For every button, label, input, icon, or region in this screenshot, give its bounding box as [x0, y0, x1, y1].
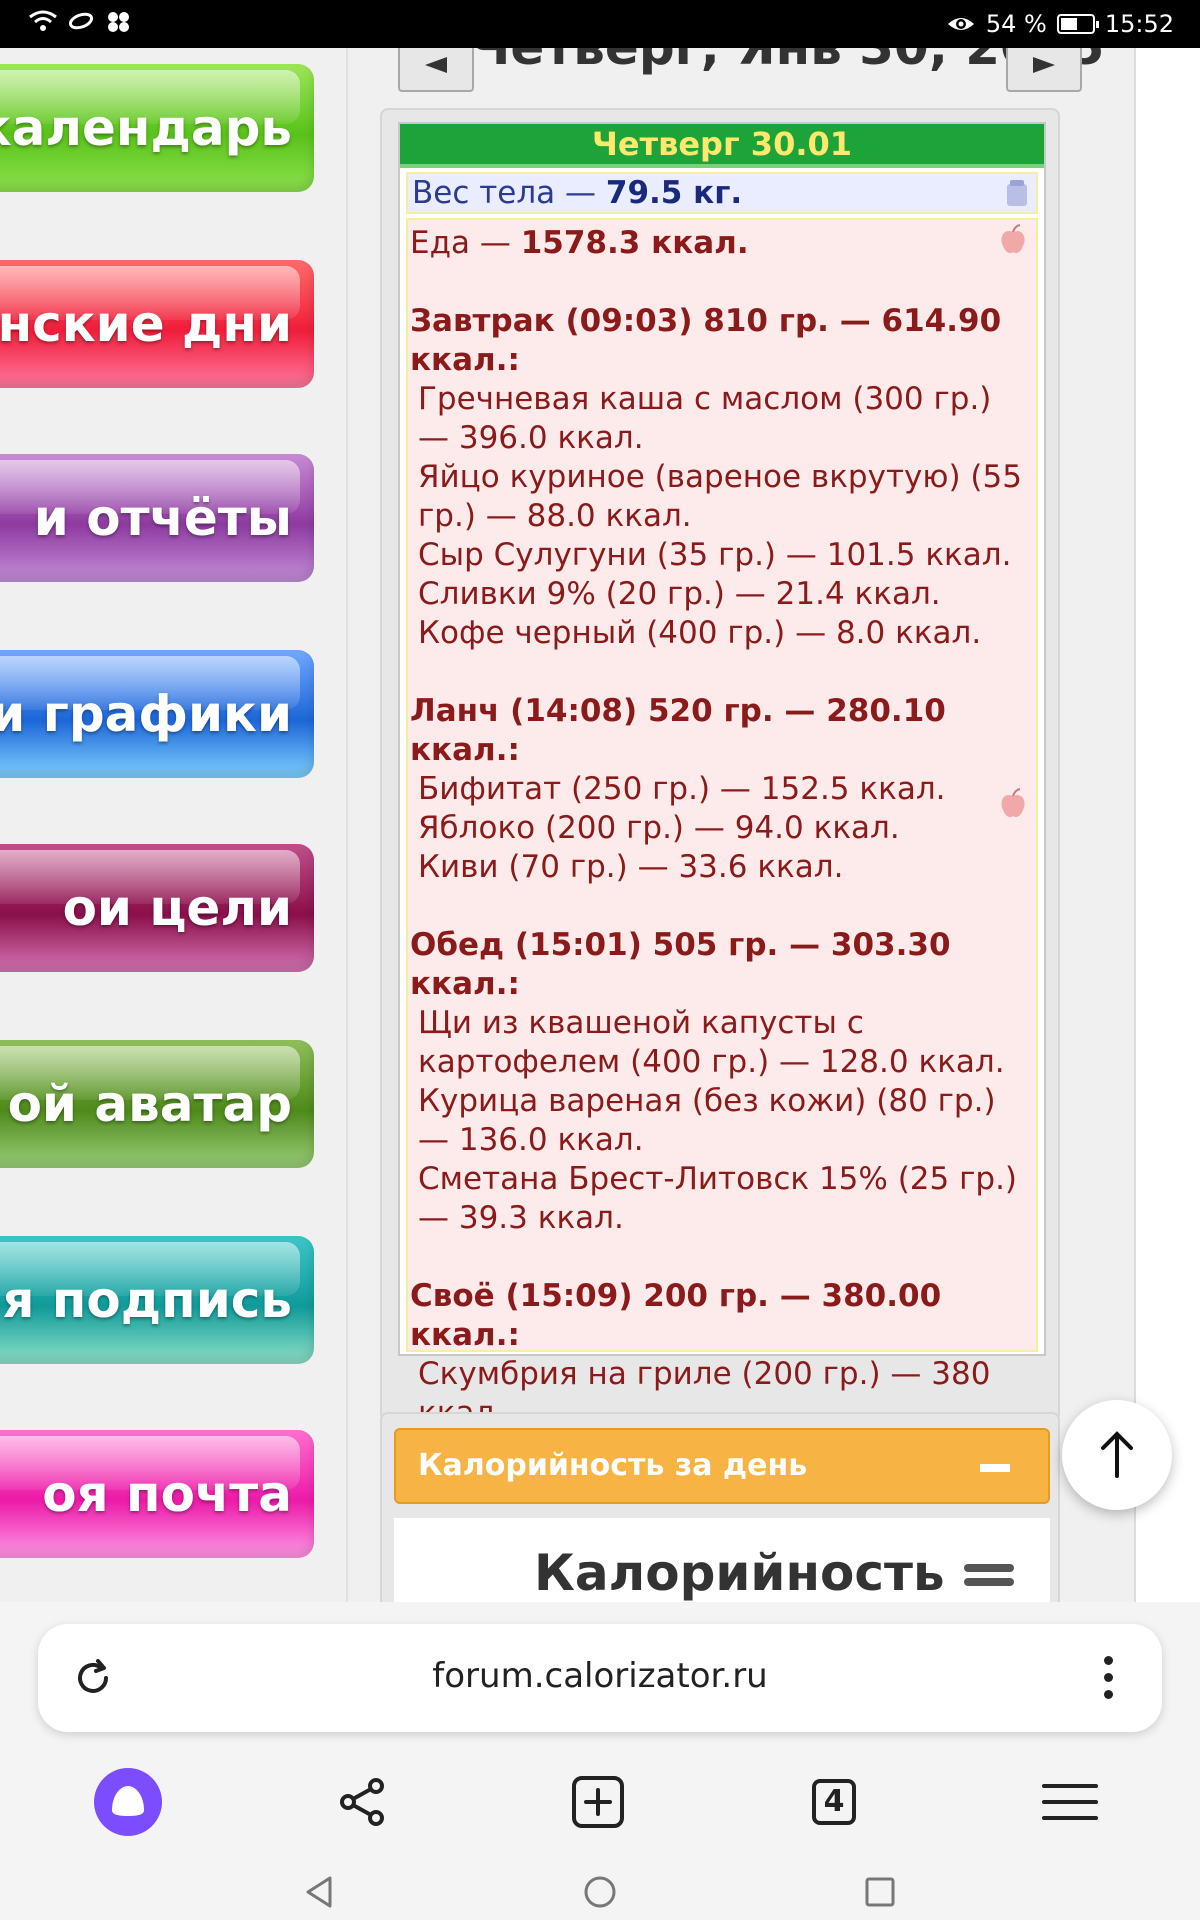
food-item: Яйцо куриное (вареное вкрутую) (55 гр.) … [418, 459, 1022, 534]
app-notification-icon [108, 12, 129, 32]
battery-icon [1056, 14, 1099, 34]
alice-icon [94, 1768, 162, 1836]
arrow-right-icon [1033, 57, 1055, 73]
wifi-icon [29, 10, 57, 31]
main-menu-button[interactable] [1030, 1762, 1110, 1842]
food-item: Курица вареная (без кожи) (80 гр.) — 136… [418, 1083, 996, 1158]
food-item: Кофе черный (400 гр.) — 8.0 ккал. [418, 615, 982, 651]
column-divider [346, 48, 348, 1602]
weight-label: Вес тела — [412, 175, 606, 211]
page-right-margin [1134, 48, 1200, 1602]
weight-value: 79.5 кг. [605, 175, 743, 211]
sidebar-item-charts[interactable]: и графики [0, 650, 314, 778]
calorie-card-header[interactable]: Калорийность за день [394, 1428, 1050, 1504]
meal-title: Своё (15:09) 200 гр. — 380.00 ккал.: [410, 1278, 942, 1353]
meal-title: Ланч (14:08) 520 гр. — 280.10 ккал.: [410, 693, 946, 768]
food-item: Бифитат (250 гр.) — 152.5 ккал. [418, 771, 946, 807]
food-item: Сметана Брест-Литовск 15% (25 гр.) — 39.… [418, 1161, 1018, 1236]
tabs-button[interactable]: 4 [794, 1762, 874, 1842]
food-item: Гречневая каша с маслом (300 гр.) — 396.… [418, 381, 992, 456]
day-header[interactable]: Четверг 30.01 [400, 124, 1044, 168]
system-navigation-bar [0, 1870, 1200, 1920]
eye-icon [947, 18, 974, 30]
alice-assistant-button[interactable] [88, 1762, 168, 1842]
food-item: Сливки 9% (20 гр.) — 21.4 ккал. [418, 576, 941, 612]
home-icon[interactable] [580, 1872, 620, 1912]
food-item: Яблоко (200 гр.) — 94.0 ккал. [418, 810, 900, 846]
tab-count-icon: 4 [812, 1779, 856, 1825]
url-text[interactable]: forum.calorizator.ru [38, 1656, 1162, 1696]
browser-chrome: forum.calorizator.ru 4 [0, 1602, 1200, 1920]
day-entry: Четверг 30.01 Вес тела — 79.5 кг. Еда — … [398, 122, 1046, 1431]
next-day-button[interactable] [1006, 48, 1082, 92]
sidebar-item-reports[interactable]: и отчёты [0, 454, 314, 582]
arrow-left-icon [425, 57, 447, 73]
share-button[interactable] [322, 1762, 402, 1842]
web-page[interactable]: календарь нские дни и отчёты и графики о… [0, 48, 1200, 1602]
scroll-to-top-button[interactable] [1062, 1400, 1172, 1510]
status-icons-left [28, 8, 134, 34]
new-tab-button[interactable] [558, 1762, 638, 1842]
calorie-chart-area: Калорийность [394, 1518, 1050, 1602]
plus-square-icon [572, 1776, 624, 1828]
arrow-up-icon [1101, 1431, 1133, 1478]
food-item: Щи из квашеной капусты с картофелем (400… [418, 1005, 1005, 1080]
prev-day-button[interactable] [398, 48, 474, 92]
apple-icon [1001, 788, 1025, 818]
meal-custom[interactable]: Своё (15:09) 200 гр. — 380.00 ккал.: Ску… [410, 1277, 1032, 1433]
sidebar-item-mail[interactable]: оя почта [0, 1430, 314, 1558]
food-total[interactable]: Еда — 1578.3 ккал. [410, 224, 1032, 263]
calorie-card-title: Калорийность за день [418, 1448, 808, 1483]
minus-icon[interactable] [980, 1464, 1010, 1472]
diary-card: Четверг 30.01 Вес тела — 79.5 кг. Еда — … [380, 108, 1060, 1431]
chart-menu-icon[interactable] [964, 1564, 1014, 1594]
meal-dinner[interactable]: Обед (15:01) 505 гр. — 303.30 ккал.: Щи … [410, 926, 1032, 1238]
meal-title: Завтрак (09:03) 810 гр. — 614.90 ккал.: [410, 303, 1002, 378]
sidebar-item-calendar[interactable]: календарь [0, 64, 314, 192]
status-icons-right: 54 % 15:52 [946, 10, 1174, 38]
sidebar-item-signature[interactable]: я подпись [0, 1236, 314, 1364]
battery-level [1060, 18, 1077, 30]
food-section: Еда — 1578.3 ккал. Завтрак (09:03) 810 г… [406, 218, 1038, 1431]
food-item: Киви (70 гр.) — 33.6 ккал. [418, 849, 844, 885]
food-value: 1578.3 ккал. [520, 225, 749, 261]
chart-title: Калорийность [534, 1544, 945, 1602]
food-item: Сыр Сулугуни (35 гр.) — 101.5 ккал. [418, 537, 1012, 573]
sidebar-item-avatar[interactable]: ой аватар [0, 1040, 314, 1168]
meal-lunch[interactable]: Ланч (14:08) 520 гр. — 280.10 ккал.: Биф… [410, 692, 1032, 887]
clock: 15:52 [1104, 10, 1174, 38]
link-icon [68, 12, 94, 30]
apple-icon [1001, 224, 1025, 254]
sidebar-item-goals[interactable]: ои цели [0, 844, 314, 972]
meal-title: Обед (15:01) 505 гр. — 303.30 ккал.: [410, 927, 951, 1002]
browser-toolbar: 4 [0, 1762, 1200, 1854]
date-navigation: Четверг, Янв 30, 2025 [380, 48, 1104, 94]
more-options-icon[interactable] [1104, 1656, 1114, 1700]
share-icon [340, 1778, 384, 1826]
battery-percent: 54 % [985, 10, 1047, 38]
food-label: Еда — [410, 225, 521, 261]
back-icon[interactable] [300, 1872, 340, 1912]
recents-icon[interactable] [860, 1872, 900, 1912]
weight-row[interactable]: Вес тела — 79.5 кг. [406, 172, 1038, 214]
address-bar[interactable]: forum.calorizator.ru [38, 1624, 1162, 1732]
calorie-card: Калорийность за день Калорийность [380, 1412, 1060, 1602]
status-bar: 54 % 15:52 [0, 0, 1200, 48]
meal-breakfast[interactable]: Завтрак (09:03) 810 гр. — 614.90 ккал.: … [410, 302, 1032, 653]
sidebar-menu: календарь нские дни и отчёты и графики о… [0, 48, 320, 1602]
scale-icon [1007, 180, 1027, 206]
sidebar-item-critical-days[interactable]: нские дни [0, 260, 314, 388]
menu-icon [1042, 1784, 1098, 1820]
